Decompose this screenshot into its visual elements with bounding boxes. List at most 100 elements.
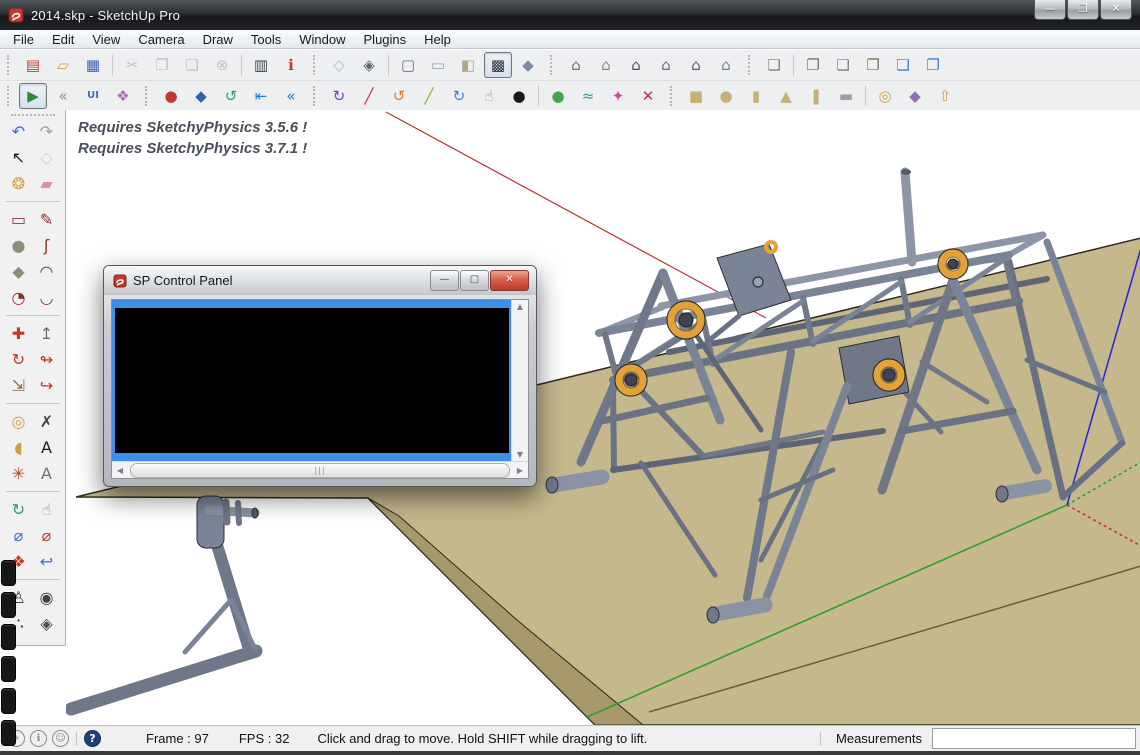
look-around-tool[interactable]: ◉ xyxy=(33,585,61,610)
iso-view-button[interactable]: ⌂ xyxy=(562,52,590,78)
select-tool[interactable]: ↖ xyxy=(5,145,33,170)
polygon-tool[interactable]: ◆ xyxy=(5,259,33,284)
dark-toolbar-button[interactable] xyxy=(1,624,16,650)
redo-tool[interactable]: ↷ xyxy=(33,119,61,144)
top-view-button[interactable]: ⌂ xyxy=(592,52,620,78)
record-button[interactable]: ● xyxy=(157,83,185,109)
pan-tool[interactable]: ☝ xyxy=(33,497,61,522)
skip-to-start-button[interactable]: ⇤ xyxy=(247,83,275,109)
right-view-button[interactable]: ⌂ xyxy=(652,52,680,78)
eraser-tool[interactable]: ▰ xyxy=(33,171,61,196)
styles-toolbar-handle[interactable] xyxy=(313,55,319,75)
xray-button[interactable]: ◇ xyxy=(325,52,353,78)
sign-in-icon[interactable]: ☺ xyxy=(52,730,69,747)
toolbar-drag-handle[interactable] xyxy=(11,114,55,116)
sp-horizontal-scrollbar[interactable]: ◀ ||| ▶ xyxy=(112,461,528,478)
physics-settings-button[interactable]: ❖ xyxy=(109,83,137,109)
dimension-tool[interactable]: ✗ xyxy=(33,409,61,434)
arc-tool[interactable]: ◠ xyxy=(33,259,61,284)
back-edges-button[interactable]: ◈ xyxy=(355,52,383,78)
sp-control-panel-window[interactable]: SP Control Panel — ▢ ✕ ▲ ▼ ◀ ||| ▶ xyxy=(103,265,537,487)
back-view-button[interactable]: ⌂ xyxy=(682,52,710,78)
previous-view-tool[interactable]: ↩ xyxy=(33,549,61,574)
dark-toolbar-button[interactable] xyxy=(1,720,16,746)
sphere-shape-button[interactable]: ● xyxy=(712,83,740,109)
open-button[interactable]: ▱ xyxy=(49,52,77,78)
shaded-button[interactable]: ◧ xyxy=(454,52,482,78)
menu-window[interactable]: Window xyxy=(290,30,354,49)
trim-button[interactable]: ❏ xyxy=(889,52,917,78)
circle-tool[interactable]: ● xyxy=(5,233,33,258)
hidden-line-button[interactable]: ▭ xyxy=(424,52,452,78)
zoom-tool[interactable]: ⌀ xyxy=(5,523,33,548)
delete-joint-button[interactable]: ✕ xyxy=(634,83,662,109)
scrollbar-thumb[interactable]: ||| xyxy=(130,463,510,478)
subtract-button[interactable]: ❐ xyxy=(859,52,887,78)
pie-tool[interactable]: ◔ xyxy=(5,285,33,310)
line-tool[interactable]: ✎ xyxy=(33,207,61,232)
spring-joint-button[interactable]: ≈ xyxy=(574,83,602,109)
shaded-textures-button[interactable]: ▩ xyxy=(484,52,512,78)
menu-camera[interactable]: Camera xyxy=(129,30,193,49)
sketchyphysics-control-toolbar-handle[interactable] xyxy=(7,86,13,106)
freehand-tool[interactable]: ʃ xyxy=(33,233,61,258)
replay-button[interactable]: ↺ xyxy=(217,83,245,109)
scale-tool[interactable]: ⇲ xyxy=(5,373,33,398)
sp-close-button[interactable]: ✕ xyxy=(490,270,529,291)
reset-positions-button[interactable]: « xyxy=(49,83,77,109)
tape-measure-tool[interactable]: ◎ xyxy=(5,409,33,434)
close-button[interactable]: ✕ xyxy=(1100,0,1132,20)
motor-joint-button[interactable]: ↺ xyxy=(385,83,413,109)
views-toolbar-handle[interactable] xyxy=(550,55,556,75)
orbit-tool[interactable]: ↻ xyxy=(5,497,33,522)
maximize-button[interactable]: ❐ xyxy=(1067,0,1099,20)
convex-hull-button[interactable]: ◆ xyxy=(901,83,929,109)
offset-tool[interactable]: ↪ xyxy=(33,373,61,398)
magnet-joint-button[interactable]: ✦ xyxy=(604,83,632,109)
credits-icon[interactable]: ℹ xyxy=(30,730,47,747)
front-view-button[interactable]: ⌂ xyxy=(622,52,650,78)
split-button[interactable]: ❐ xyxy=(919,52,947,78)
cylinder-shape-button[interactable]: ▮ xyxy=(742,83,770,109)
menu-view[interactable]: View xyxy=(83,30,129,49)
joints-toolbar-handle[interactable] xyxy=(313,86,319,106)
sp-minimize-button[interactable]: — xyxy=(430,270,459,291)
left-view-button[interactable]: ⌂ xyxy=(712,52,740,78)
monochrome-button[interactable]: ◆ xyxy=(514,52,542,78)
outer-shell-button[interactable]: ❏ xyxy=(760,52,788,78)
menu-file[interactable]: File xyxy=(4,30,43,49)
solid-tools-toolbar-handle[interactable] xyxy=(748,55,754,75)
paint-bucket-tool[interactable]: ❂ xyxy=(5,171,33,196)
sketchyphysics-replay-toolbar-handle[interactable] xyxy=(145,86,151,106)
axes-tool[interactable]: ✳ xyxy=(5,461,33,486)
ball-joint-button[interactable]: ● xyxy=(544,83,572,109)
piston-joint-button[interactable]: ╱ xyxy=(415,83,443,109)
servo-joint-button[interactable]: ╱ xyxy=(355,83,383,109)
scroll-up-icon[interactable]: ▲ xyxy=(517,302,523,311)
camera-recorder-button[interactable]: ◆ xyxy=(187,83,215,109)
minimize-button[interactable]: — xyxy=(1034,0,1066,20)
menu-plugins[interactable]: Plugins xyxy=(355,30,416,49)
dark-toolbar-button[interactable] xyxy=(1,688,16,714)
plane-shape-button[interactable]: ▬ xyxy=(832,83,860,109)
menu-tools[interactable]: Tools xyxy=(242,30,290,49)
save-button[interactable]: ▦ xyxy=(79,52,107,78)
new-button[interactable]: ▤ xyxy=(19,52,47,78)
zoom-window-tool[interactable]: ⌀ xyxy=(33,523,61,548)
shapes-toolbar-handle[interactable] xyxy=(670,86,676,106)
box-shape-button[interactable]: ■ xyxy=(682,83,710,109)
undo-tool[interactable]: ↶ xyxy=(5,119,33,144)
move-tool[interactable]: ✚ xyxy=(5,321,33,346)
rectangle-tool[interactable]: ▭ xyxy=(5,207,33,232)
follow-me-tool[interactable]: ↬ xyxy=(33,347,61,372)
sp-vertical-scrollbar[interactable]: ▲ ▼ xyxy=(511,300,528,461)
help-icon[interactable]: ? xyxy=(84,730,101,747)
intersect-button[interactable]: ❐ xyxy=(799,52,827,78)
model-info-button[interactable]: ℹ xyxy=(277,52,305,78)
cone-shape-button[interactable]: ▲ xyxy=(772,83,800,109)
joint-connector-button[interactable]: ☝ xyxy=(475,83,503,109)
dark-toolbar-button[interactable] xyxy=(1,592,16,618)
oval-tool-button[interactable]: ● xyxy=(505,83,533,109)
dark-toolbar-button[interactable] xyxy=(1,656,16,682)
dark-toolbar-button[interactable] xyxy=(1,560,16,586)
